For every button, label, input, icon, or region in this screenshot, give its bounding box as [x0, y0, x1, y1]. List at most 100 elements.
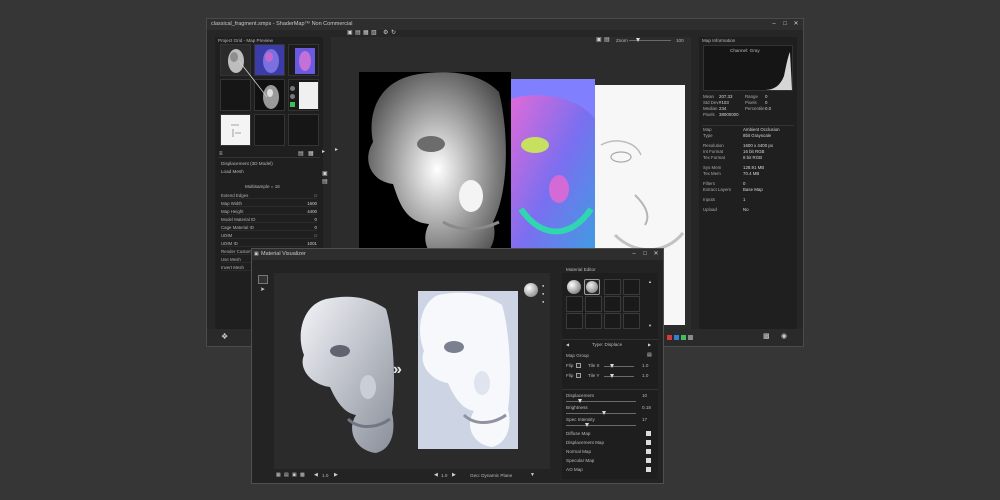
- properties-sub[interactable]: Load Mesh: [221, 169, 244, 174]
- slider-thumb[interactable]: [602, 411, 606, 415]
- settings-icon[interactable]: ⚙: [383, 30, 388, 36]
- type-next-icon[interactable]: ▶: [648, 342, 651, 348]
- prev-icon-2[interactable]: ◀: [434, 472, 438, 478]
- side-tool-icon-1[interactable]: ▣: [322, 171, 328, 177]
- property-value[interactable]: □: [314, 193, 317, 198]
- geometry-dropdown-icon[interactable]: ▼: [530, 472, 535, 478]
- slider-track[interactable]: [566, 401, 636, 402]
- material-slot[interactable]: [623, 313, 640, 329]
- slider-track[interactable]: [566, 425, 636, 426]
- material-slot[interactable]: [604, 296, 621, 312]
- spec-tile[interactable]: [220, 114, 251, 146]
- side-collapse-icon[interactable]: ▸: [322, 149, 325, 155]
- select-tool-icon[interactable]: [258, 275, 268, 284]
- editor-scroll-down[interactable]: ▼: [648, 323, 652, 329]
- channel-swatch[interactable]: [667, 335, 672, 340]
- next-frame-icon[interactable]: ▶: [334, 472, 338, 478]
- stat-key: Pixels: [703, 112, 715, 117]
- slider-track[interactable]: [566, 413, 636, 414]
- new-file-icon[interactable]: ▣: [347, 30, 353, 36]
- mat-maximize-button[interactable]: □: [640, 249, 650, 260]
- property-value[interactable]: 1001: [307, 241, 317, 246]
- empty-tile-3[interactable]: [254, 114, 285, 146]
- next-icon-2[interactable]: ▶: [452, 472, 456, 478]
- pan-icon[interactable]: ▤: [604, 37, 610, 43]
- type-prev-icon[interactable]: ◀: [566, 342, 569, 348]
- channel-swatch[interactable]: [688, 335, 693, 340]
- property-value[interactable]: 0: [315, 225, 317, 230]
- property-row[interactable]: Model Material ID 0: [221, 216, 317, 223]
- property-row[interactable]: Cage Material ID 0: [221, 224, 317, 231]
- flip-checkbox[interactable]: [576, 363, 581, 368]
- toggle-checkbox[interactable]: [646, 440, 651, 445]
- property-row[interactable]: UDIM ID 1001: [221, 240, 317, 247]
- stop-icon[interactable]: ▣: [292, 472, 297, 478]
- property-row[interactable]: Map Height 4400: [221, 208, 317, 215]
- editor-scroll-up[interactable]: ▲: [648, 279, 652, 285]
- material-slot[interactable]: [604, 279, 621, 295]
- mat-close-button[interactable]: ✕: [651, 249, 661, 260]
- material-slot[interactable]: [623, 296, 640, 312]
- toggle-checkbox[interactable]: [646, 467, 651, 472]
- prev-frame-icon[interactable]: ◀: [314, 472, 318, 478]
- light-handle-1[interactable]: ●: [542, 283, 544, 289]
- material-slot[interactable]: [566, 296, 583, 312]
- side-tool-icon-2[interactable]: ▤: [322, 179, 328, 185]
- tile-slider[interactable]: [604, 366, 634, 367]
- close-button[interactable]: ✕: [791, 19, 801, 30]
- toggle-checkbox[interactable]: [646, 431, 651, 436]
- fit-icon[interactable]: ▣: [596, 37, 602, 43]
- material-viewport[interactable]: » ● ● ●: [274, 273, 550, 469]
- refresh-icon[interactable]: ↻: [391, 30, 396, 36]
- property-value[interactable]: 0: [315, 217, 317, 222]
- property-value[interactable]: □: [314, 233, 317, 238]
- grid-icon[interactable]: ▦: [276, 472, 281, 478]
- channel-swatch[interactable]: [674, 335, 679, 340]
- tile-thumb[interactable]: [610, 374, 614, 378]
- light-handle-3[interactable]: ●: [542, 299, 544, 305]
- cube-icon[interactable]: ▩: [300, 472, 305, 478]
- property-value[interactable]: 1600: [307, 201, 317, 206]
- channel-swatch[interactable]: [681, 335, 686, 340]
- tile-slider[interactable]: [604, 376, 634, 377]
- layout-icon[interactable]: ▩: [763, 333, 770, 340]
- geometry-selector[interactable]: Geo: Dynamic Plane: [470, 473, 512, 478]
- move-tool-icon[interactable]: ➤: [260, 287, 265, 293]
- minimize-button[interactable]: –: [769, 19, 779, 30]
- list-icon[interactable]: ≡: [219, 151, 223, 157]
- tile-thumb[interactable]: [610, 364, 614, 368]
- material-window: Material Visualizer ▣ – □ ✕ ➤ » ● ● ● ▦ …: [251, 248, 664, 484]
- save-preset-icon[interactable]: ▦: [308, 151, 314, 157]
- zoom-thumb[interactable]: [636, 38, 640, 42]
- material-slot[interactable]: [604, 313, 621, 329]
- light-handle-2[interactable]: ●: [542, 291, 544, 297]
- empty-tile-4[interactable]: [288, 114, 319, 146]
- property-value[interactable]: 4400: [307, 209, 317, 214]
- slider-thumb[interactable]: [577, 399, 582, 403]
- canvas-side-arrow[interactable]: ▸: [335, 147, 338, 153]
- map-group-icon[interactable]: ▤: [647, 352, 652, 358]
- material-app-icon: ▣: [254, 251, 259, 257]
- material-slot[interactable]: [585, 313, 602, 329]
- material-slot[interactable]: [566, 313, 583, 329]
- property-row[interactable]: UDIM □: [221, 232, 317, 239]
- open-icon[interactable]: ▤: [355, 30, 361, 36]
- material-slot[interactable]: [623, 279, 640, 295]
- multisample-label[interactable]: Multisample = 16: [245, 184, 280, 189]
- material-slot[interactable]: [585, 296, 602, 312]
- normal-map-preview: [511, 79, 595, 267]
- mat-minimize-button[interactable]: –: [629, 249, 639, 260]
- eye-icon[interactable]: ◉: [781, 333, 787, 340]
- flip-checkbox[interactable]: [576, 373, 581, 378]
- property-row[interactable]: Map Width 1600: [221, 200, 317, 207]
- save-all-icon[interactable]: ▧: [371, 30, 377, 36]
- light-sphere[interactable]: [524, 283, 538, 297]
- save-icon[interactable]: ▦: [363, 30, 369, 36]
- toggle-checkbox[interactable]: [646, 449, 651, 454]
- axis-icon[interactable]: ▤: [284, 472, 289, 478]
- maximize-button[interactable]: □: [780, 19, 790, 30]
- slider-thumb[interactable]: [584, 423, 589, 427]
- layers-icon[interactable]: ▤: [298, 151, 304, 157]
- property-row[interactable]: Extend Edges □: [221, 192, 317, 199]
- toggle-checkbox[interactable]: [646, 458, 651, 463]
